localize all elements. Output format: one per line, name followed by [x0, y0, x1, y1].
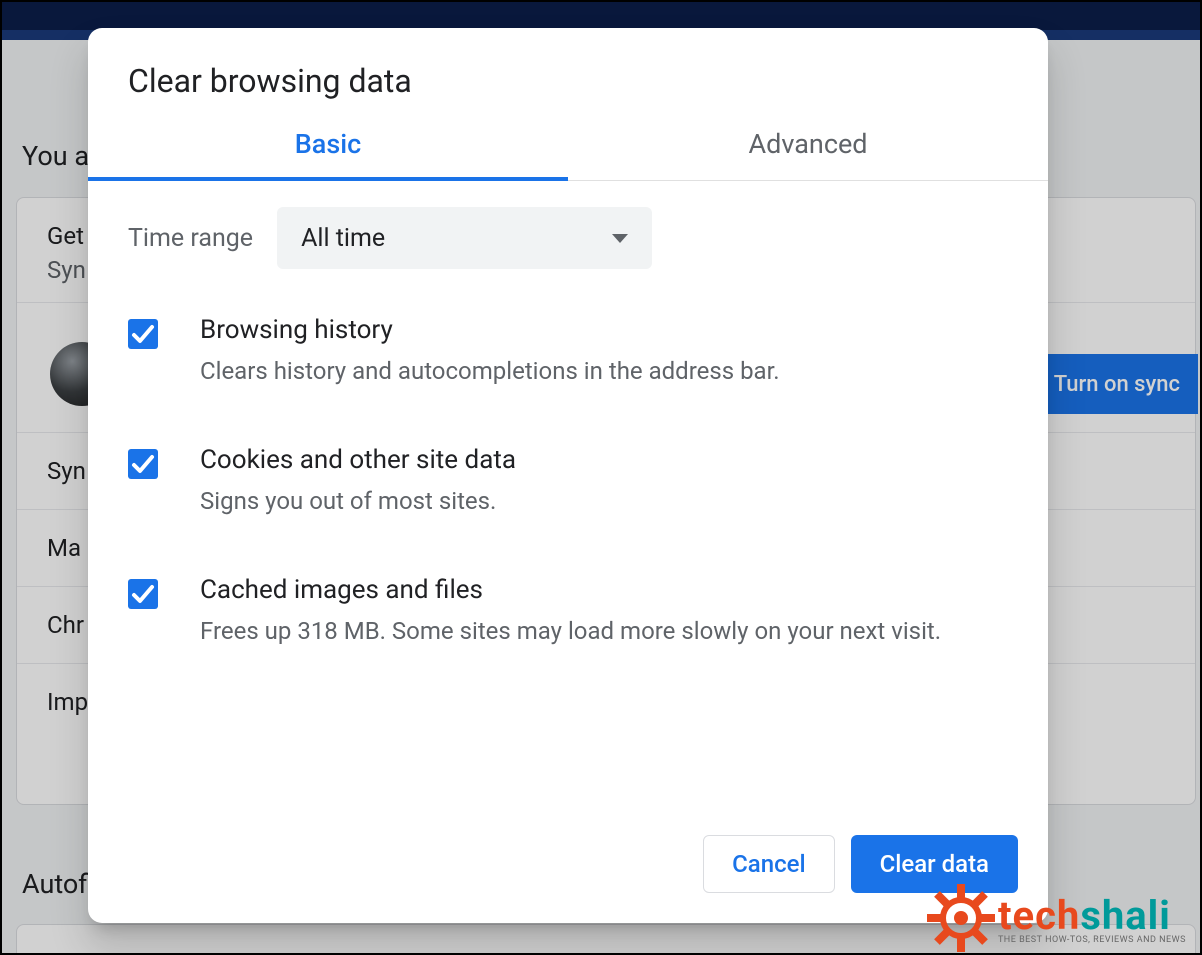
dialog-footer: Cancel Clear data [88, 835, 1048, 923]
option-browsing-history: Browsing history Clears history and auto… [128, 315, 1008, 389]
dialog-title: Clear browsing data [88, 28, 1048, 128]
chevron-down-icon [612, 234, 628, 243]
watermark-tagline: THE BEST HOW-TOS, REVIEWS AND NEWS [998, 935, 1186, 945]
tab-advanced[interactable]: Advanced [568, 128, 1048, 180]
option-title: Cached images and files [200, 575, 941, 605]
option-cached: Cached images and files Frees up 318 MB.… [128, 575, 1008, 649]
watermark: tech shali THE BEST HOW-TOS, REVIEWS AND… [932, 889, 1186, 947]
watermark-brand-1: tech [998, 892, 1080, 939]
checkbox-cached[interactable] [128, 579, 158, 609]
dialog-body: Time range All time Browsing history Cle… [88, 181, 1048, 835]
checkbox-cookies[interactable] [128, 449, 158, 479]
option-cookies: Cookies and other site data Signs you ou… [128, 445, 1008, 519]
tab-basic[interactable]: Basic [88, 128, 568, 180]
checkmark-icon [128, 579, 158, 609]
time-range-dropdown[interactable]: All time [277, 207, 652, 269]
clear-browsing-data-dialog: Clear browsing data Basic Advanced Time … [88, 28, 1048, 923]
gear-icon [932, 889, 990, 947]
option-desc: Signs you out of most sites. [200, 483, 516, 519]
option-desc: Clears history and autocompletions in th… [200, 353, 780, 389]
time-range-value: All time [301, 224, 385, 253]
option-title: Browsing history [200, 315, 780, 345]
option-title: Cookies and other site data [200, 445, 516, 475]
checkbox-browsing-history[interactable] [128, 319, 158, 349]
clear-data-button[interactable]: Clear data [851, 835, 1018, 893]
time-range-label: Time range [128, 224, 253, 253]
option-desc: Frees up 318 MB. Some sites may load mor… [200, 613, 941, 649]
checkmark-icon [128, 319, 158, 349]
checkmark-icon [128, 449, 158, 479]
dialog-tabs: Basic Advanced [88, 128, 1048, 181]
time-range-row: Time range All time [128, 207, 1008, 269]
cancel-button[interactable]: Cancel [703, 835, 834, 893]
watermark-brand-2: shali [1080, 892, 1171, 939]
